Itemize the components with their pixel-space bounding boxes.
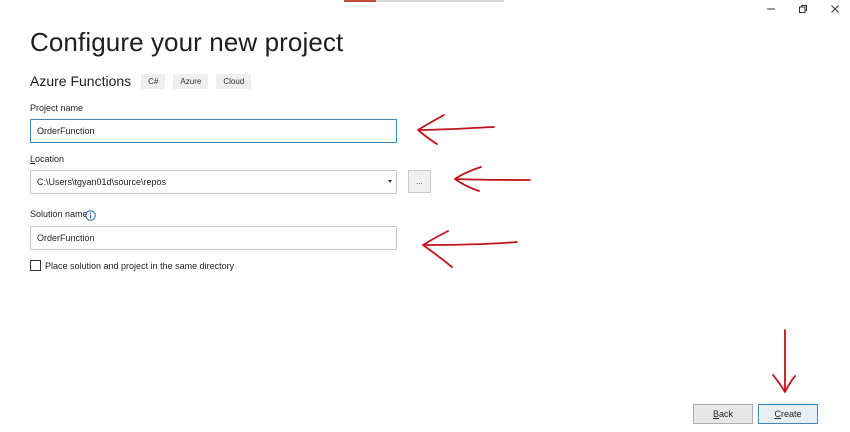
create-label-rest: reate <box>780 409 802 419</box>
same-directory-label[interactable]: Place solution and project in the same d… <box>45 261 234 271</box>
tag-type: Cloud <box>216 73 252 89</box>
back-button[interactable]: Back <box>693 404 753 424</box>
progress-strip <box>344 0 504 2</box>
chevron-down-icon <box>388 180 392 183</box>
same-directory-checkbox[interactable] <box>30 260 41 271</box>
project-name-label: Project name <box>30 103 84 113</box>
minimize-icon[interactable] <box>763 4 779 18</box>
location-value: C:\Users\tgyan01d\source\repos <box>37 177 167 187</box>
annotation-arrows <box>417 114 796 393</box>
tag-language: C# <box>141 73 166 89</box>
location-label-rest: ocation <box>35 154 65 164</box>
back-label-rest: ack <box>719 409 734 419</box>
project-name-input[interactable]: OrderFunction <box>30 119 397 143</box>
close-icon[interactable] <box>827 4 843 18</box>
solution-name-input[interactable]: OrderFunction <box>30 226 397 250</box>
configure-project-window: Configure your new project Azure Functio… <box>0 0 850 432</box>
template-name: Azure Functions <box>30 73 132 89</box>
info-icon[interactable] <box>85 208 96 221</box>
location-label: Location <box>30 154 64 164</box>
location-select[interactable]: C:\Users\tgyan01d\source\repos <box>30 170 397 194</box>
arrow-to-browse <box>454 166 531 192</box>
tag-platform: Azure <box>173 73 209 89</box>
progress-fill <box>344 0 376 2</box>
arrow-to-project-name <box>417 114 495 145</box>
restore-icon[interactable] <box>795 4 811 18</box>
template-info: Azure Functions C# Azure Cloud <box>30 73 259 89</box>
arrow-to-create <box>772 329 796 393</box>
browse-button[interactable]: ... <box>408 170 431 193</box>
arrow-to-solution-name <box>422 230 518 268</box>
solution-name-label: Solution name <box>30 209 88 219</box>
create-button[interactable]: Create <box>758 404 818 424</box>
page-title: Configure your new project <box>30 27 344 57</box>
